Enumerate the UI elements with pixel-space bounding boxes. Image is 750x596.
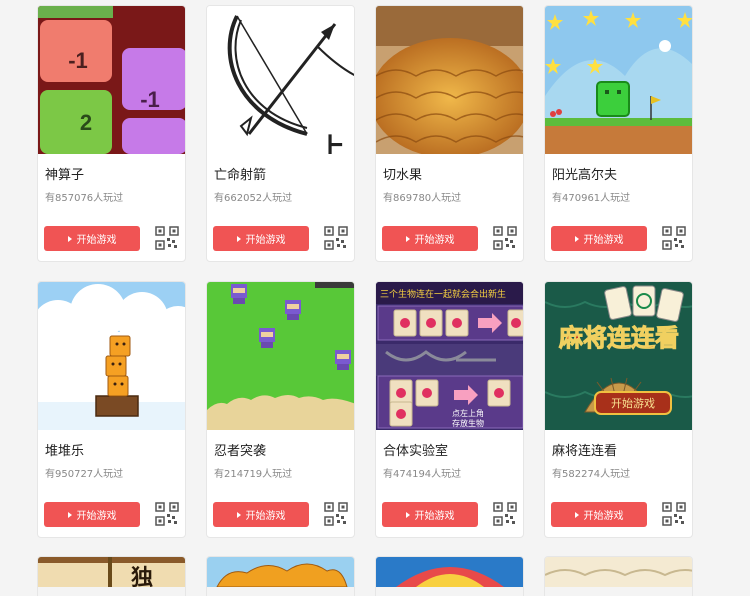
game-title: 麻将连连看 [552,444,618,459]
thumb-text-archery-char: 上 [317,132,345,154]
play-count: 有950727人玩过 [45,469,124,480]
thumb-text-minus1-a: -1 [68,48,88,73]
thumb-text-partial-1: 独 [131,565,153,587]
start-game-label: 开始游戏 [245,235,286,246]
thumb-text-mahjong-start: 开始游戏 [611,396,655,410]
start-game-label: 开始游戏 [414,511,455,522]
play-count: 有474194人玩过 [383,469,462,480]
play-arrow-icon [574,511,579,518]
game-thumbnail-qieshuiguo[interactable] [376,6,523,154]
start-game-label: 开始游戏 [583,511,624,522]
game-thumbnail-hetishiyanshi[interactable]: 三个生物连在一起就会合出新生 点左上角 存放生物 [376,282,523,430]
thumb-text-two: 2 [80,110,92,135]
game-card-duiduile[interactable]: 堆堆乐 有950727人玩过 开始游戏 [37,281,186,538]
thumb-text-lab-hint1: 点左上角 [452,408,484,418]
game-card-partial-3[interactable] [375,556,524,596]
game-card-wangmingsheijian[interactable]: 上 亡命射箭 有662052人玩过 开始游戏 [206,5,355,262]
start-game-button[interactable]: 开始游戏 [551,226,647,251]
qr-code-icon[interactable] [324,502,348,526]
game-title: 神算子 [45,168,85,183]
start-game-label: 开始游戏 [414,235,455,246]
qr-code-icon[interactable] [155,502,179,526]
game-card-majianglianliankan[interactable]: 麻将连连看 开始游戏 麻将连连看 有582274人玩过 开始游戏 [544,281,693,538]
game-title: 忍者突袭 [214,444,267,459]
qr-code-icon[interactable] [662,502,686,526]
game-card-shensuanzi[interactable]: -1 -1 2 神算子 有857076人玩过 开始游戏 [37,5,186,262]
play-arrow-icon [67,235,72,242]
start-game-button[interactable]: 开始游戏 [382,226,478,251]
start-game-label: 开始游戏 [76,511,117,522]
play-count: 有470961人玩过 [552,193,631,204]
qr-code-icon[interactable] [493,226,517,250]
play-count: 有869780人玩过 [383,193,462,204]
start-game-label: 开始游戏 [245,511,286,522]
start-game-button[interactable]: 开始游戏 [44,502,140,527]
qr-code-icon[interactable] [662,226,686,250]
start-game-button[interactable]: 开始游戏 [382,502,478,527]
play-count: 有662052人玩过 [214,193,293,204]
game-thumbnail-shensuanzi[interactable]: -1 -1 2 [38,6,185,154]
game-title: 切水果 [383,168,423,183]
qr-code-icon[interactable] [493,502,517,526]
game-card-yangguanggaoerfu[interactable]: 阳光高尔夫 有470961人玩过 开始游戏 [544,5,693,262]
play-count: 有582274人玩过 [552,469,631,480]
play-count: 有857076人玩过 [45,193,124,204]
start-game-button[interactable]: 开始游戏 [551,502,647,527]
game-card-partial-2[interactable] [206,556,355,596]
play-arrow-icon [236,511,241,518]
qr-code-icon[interactable] [324,226,348,250]
game-title: 阳光高尔夫 [552,168,618,183]
thumb-text-lab-hint2: 存放生物 [452,418,484,428]
thumb-text-minus1-b: -1 [140,87,160,112]
game-card-partial-4[interactable] [544,556,693,596]
play-arrow-icon [574,235,579,242]
game-title: 亡命射箭 [214,168,267,183]
game-card-renzhetuxi[interactable]: 忍者突袭 有214719人玩过 开始游戏 [206,281,355,538]
start-game-label: 开始游戏 [583,235,624,246]
game-thumbnail-majianglianliankan[interactable]: 麻将连连看 开始游戏 [545,282,692,430]
play-arrow-icon [67,511,72,518]
game-thumbnail-renzhetuxi[interactable] [207,282,354,430]
start-game-button[interactable]: 开始游戏 [213,226,309,251]
play-count: 有214719人玩过 [214,469,293,480]
game-card-partial-1[interactable]: 独 [37,556,186,596]
game-thumbnail-wangmingsheijian[interactable]: 上 [207,6,354,154]
game-thumbnail-yangguanggaoerfu[interactable] [545,6,692,154]
game-card-qieshuiguo[interactable]: 切水果 有869780人玩过 开始游戏 [375,5,524,262]
game-title: 堆堆乐 [45,444,85,459]
thumb-text-lab-banner: 三个生物连在一起就会合出新生 [380,288,506,300]
play-arrow-icon [236,235,241,242]
start-game-label: 开始游戏 [76,235,117,246]
game-thumbnail-duiduile[interactable] [38,282,185,430]
start-game-button[interactable]: 开始游戏 [213,502,309,527]
qr-code-icon[interactable] [155,226,179,250]
thumb-text-mahjong-title: 麻将连连看 [558,323,679,352]
start-game-button[interactable]: 开始游戏 [44,226,140,251]
play-arrow-icon [405,235,410,242]
play-arrow-icon [405,511,410,518]
game-title: 合体实验室 [383,444,449,459]
game-card-hetishiyanshi[interactable]: 三个生物连在一起就会合出新生 点左上角 存放生物 合体实验室 有474194人玩… [375,281,524,538]
